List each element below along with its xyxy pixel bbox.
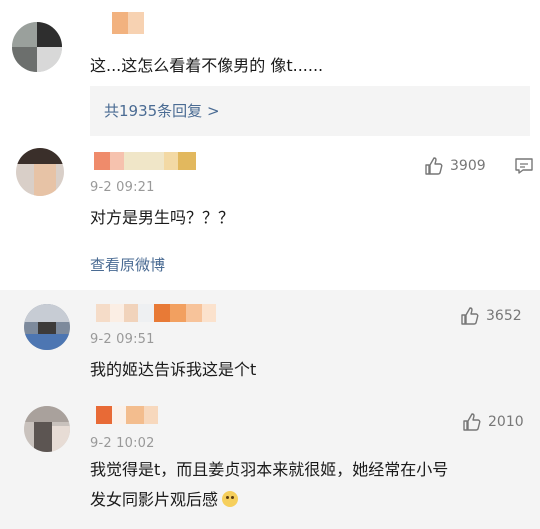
username-redacted[interactable] — [96, 304, 216, 322]
comment-text: 我的姬达告诉我这是个t — [90, 360, 257, 379]
username-redacted[interactable] — [112, 12, 144, 34]
comment-card-4: 9-2 10:02 2010 我觉得是t，而且姜贞羽本来就很姬，她经常在小号 发… — [0, 394, 540, 529]
comment-time: 9-2 09:21 — [90, 180, 155, 195]
like-count: 3909 — [450, 158, 486, 174]
comment-time: 9-2 10:02 — [90, 436, 155, 451]
thumb-up-icon — [461, 307, 479, 325]
comment-text-line-2-wrap: 发女同影片观后感 — [90, 486, 239, 514]
like-button[interactable]: 2010 — [462, 412, 524, 432]
comment-time: 9-2 09:51 — [90, 332, 155, 347]
thumb-up-icon — [463, 413, 481, 431]
comment-text: 对方是男生吗？？？ — [90, 208, 235, 227]
avatar[interactable] — [16, 148, 64, 196]
username-redacted[interactable] — [96, 406, 158, 424]
comment-text-line-1: 我觉得是t，而且姜贞羽本来就很姬，她经常在小号 — [90, 460, 449, 479]
replies-link[interactable]: 共1935条回复 > — [104, 100, 220, 121]
comment-card-3: 9-2 09:51 3652 我的姬达告诉我这是个t — [0, 290, 540, 394]
like-button[interactable]: 3909 — [424, 156, 486, 176]
avatar[interactable] — [12, 22, 62, 72]
avatar[interactable] — [24, 304, 70, 350]
comment-card-1: 这...这怎么看着不像男的 像t...... 共1935条回复 > — [0, 0, 540, 148]
username-redacted[interactable] — [94, 152, 196, 170]
comment-text: 这...这怎么看着不像男的 像t...... — [90, 56, 324, 75]
like-button[interactable]: 3652 — [460, 306, 522, 326]
thumb-up-icon — [425, 157, 443, 175]
like-count: 3652 — [486, 308, 522, 324]
replies-box[interactable]: 共1935条回复 > — [90, 86, 530, 136]
comment-card-2: 9-2 09:21 3909 对方是男生吗？？？ 查看原微博 — [0, 148, 540, 290]
comment-text-line-2: 发女同影片观后感 — [90, 490, 219, 509]
like-count: 2010 — [488, 414, 524, 430]
view-original-link[interactable]: 查看原微博 — [90, 254, 165, 275]
comment-icon[interactable] — [514, 156, 534, 180]
emoji-smile-icon — [222, 491, 239, 507]
avatar[interactable] — [24, 406, 70, 452]
